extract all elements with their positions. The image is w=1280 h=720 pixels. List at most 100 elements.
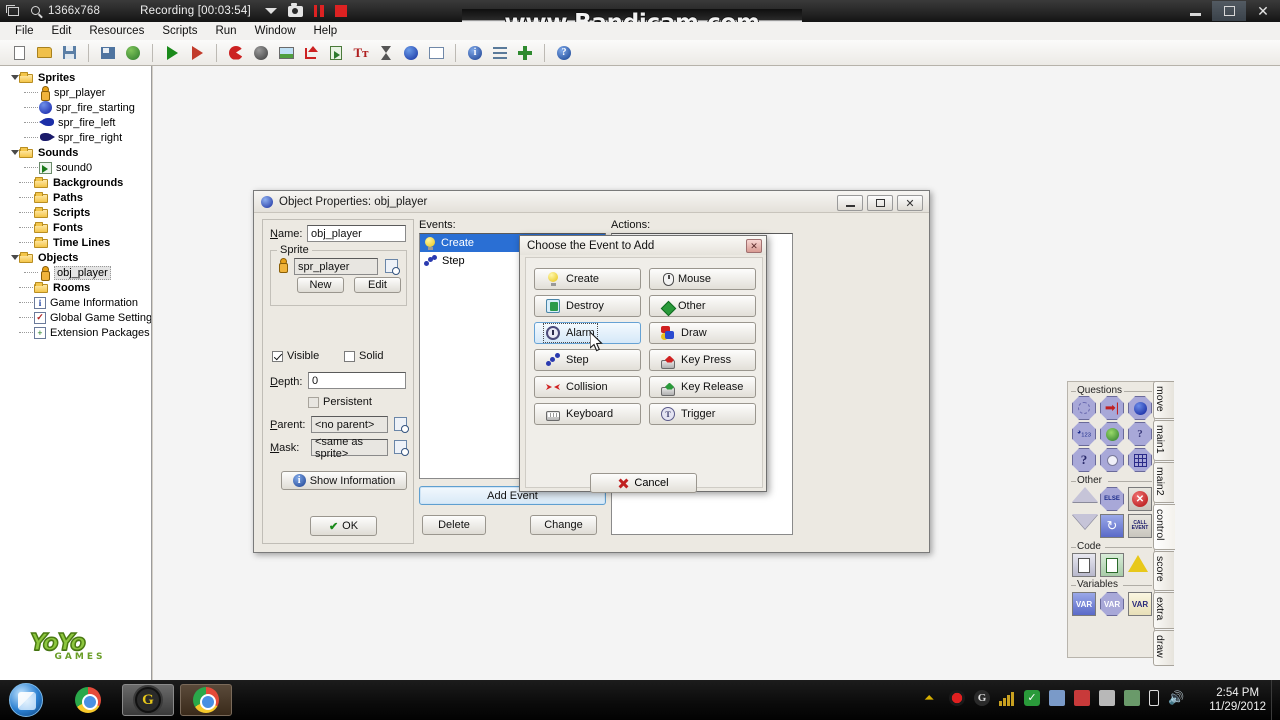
google-icon[interactable]: G	[974, 690, 990, 706]
event-button-key-press[interactable]: Key Press	[649, 349, 756, 371]
test-expression-action-icon[interactable]	[1100, 448, 1124, 472]
create-font-icon[interactable]: Tт	[350, 42, 372, 63]
clock[interactable]: 2:54 PM 11/29/2012	[1209, 686, 1266, 714]
tree-node-objects[interactable]: Objects	[0, 250, 151, 265]
close-button[interactable]: ✕	[1246, 1, 1280, 21]
event-button-create[interactable]: Create	[534, 268, 641, 290]
tree-node-scripts[interactable]: Scripts	[0, 205, 151, 220]
tree-node-spr-fire-right[interactable]: spr_fire_right	[0, 130, 151, 145]
show-desktop-button[interactable]	[1271, 680, 1280, 720]
change-event-button[interactable]: Change	[530, 515, 597, 535]
check-instance-action-icon[interactable]	[1128, 396, 1152, 420]
battery-icon[interactable]	[1149, 690, 1159, 706]
execute-script-action-icon[interactable]	[1100, 553, 1124, 577]
event-button-other[interactable]: Other	[649, 295, 756, 317]
check-number-action-icon[interactable]: ◕123	[1072, 422, 1096, 446]
tree-node-extension-packages[interactable]: + Extension Packages	[0, 325, 151, 340]
window-restore-icon[interactable]	[6, 4, 22, 18]
sprite-input[interactable]: spr_player	[294, 258, 378, 275]
choose-event-titlebar[interactable]: Choose the Event to Add ✕	[520, 236, 766, 255]
tab-score[interactable]: score	[1153, 551, 1174, 591]
tree-node-rooms[interactable]: Rooms	[0, 280, 151, 295]
create-sound-icon[interactable]	[250, 42, 272, 63]
chrome-window-taskbar-icon[interactable]	[180, 684, 232, 716]
tab-main1[interactable]: main1	[1153, 420, 1174, 461]
tab-main2[interactable]: main2	[1153, 462, 1174, 503]
name-input[interactable]: obj_player	[307, 225, 406, 242]
end-block-action-icon[interactable]	[1072, 514, 1098, 538]
expand-arrow-icon[interactable]	[10, 148, 19, 157]
start-block-action-icon[interactable]	[1072, 487, 1098, 511]
tree-node-spr-fire-left[interactable]: spr_fire_left	[0, 115, 151, 130]
caret-down-icon[interactable]	[264, 8, 277, 14]
else-action-icon[interactable]: ELSE	[1100, 487, 1124, 511]
set-variable-action-icon[interactable]: VAR	[1072, 592, 1096, 616]
tree-node-paths[interactable]: Paths	[0, 190, 151, 205]
gamemaker-taskbar-icon[interactable]: G	[122, 684, 174, 716]
magnifier-icon[interactable]	[28, 4, 44, 18]
tree-node-timelines[interactable]: Time Lines	[0, 235, 151, 250]
event-button-destroy[interactable]: Destroy	[534, 295, 641, 317]
parent-input[interactable]: <no parent>	[311, 416, 388, 433]
event-button-collision[interactable]: Collision	[534, 376, 641, 398]
printer-icon[interactable]	[1124, 690, 1140, 706]
repeat-action-icon[interactable]: ↻	[1100, 514, 1124, 538]
create-sprite-icon[interactable]	[225, 42, 247, 63]
tab-move[interactable]: move	[1153, 381, 1174, 419]
sprite-new-button[interactable]: New	[297, 277, 344, 293]
menu-run[interactable]: Run	[206, 23, 245, 39]
check-empty-action-icon[interactable]	[1072, 396, 1096, 420]
comment-action-icon[interactable]	[1128, 555, 1152, 579]
object-dialog-close-button[interactable]: ✕	[897, 195, 923, 211]
create-script-icon[interactable]	[325, 42, 347, 63]
cancel-button[interactable]: Cancel	[590, 473, 697, 493]
test-variable-action-icon[interactable]: VAR	[1100, 592, 1124, 616]
create-path-icon[interactable]	[300, 42, 322, 63]
tree-node-sprites[interactable]: Sprites	[0, 70, 151, 85]
check-grid-action-icon[interactable]	[1128, 448, 1152, 472]
camera-icon[interactable]	[287, 2, 303, 17]
help-icon[interactable]: ?	[553, 42, 575, 63]
menu-window[interactable]: Window	[246, 23, 305, 39]
signal-icon[interactable]	[999, 690, 1015, 706]
maximize-button[interactable]	[1212, 1, 1246, 21]
event-button-step[interactable]: Step	[534, 349, 641, 371]
open-icon[interactable]	[33, 42, 55, 63]
object-dialog-minimize-button[interactable]	[837, 195, 863, 211]
tab-extra[interactable]: extra	[1153, 592, 1174, 629]
antivirus-icon[interactable]: ✓	[1024, 690, 1040, 706]
new-icon[interactable]	[8, 42, 30, 63]
menu-file[interactable]: File	[6, 23, 43, 39]
choose-event-close-button[interactable]: ✕	[746, 239, 762, 253]
create-object-icon[interactable]	[400, 42, 422, 63]
persistent-checkbox[interactable]: Persistent	[308, 396, 372, 408]
delete-event-button[interactable]: Delete	[422, 515, 486, 535]
expand-arrow-icon[interactable]	[10, 73, 19, 82]
object-dialog-titlebar[interactable]: Object Properties: obj_player ✕	[254, 191, 929, 213]
sprite-edit-button[interactable]: Edit	[354, 277, 401, 293]
start-orb-icon[interactable]	[9, 683, 43, 717]
check-chance-action-icon[interactable]	[1100, 422, 1124, 446]
solid-checkbox[interactable]: Solid	[344, 350, 383, 362]
security-icon[interactable]	[1074, 690, 1090, 706]
tray-arrow-icon[interactable]: ⏶	[924, 690, 940, 706]
pause-icon[interactable]	[313, 5, 324, 17]
parent-browse-icon[interactable]	[394, 417, 409, 433]
call-event-action-icon[interactable]: CALL EVENT	[1128, 514, 1152, 538]
tree-node-obj-player[interactable]: obj_player	[0, 265, 151, 281]
check-question-action-icon[interactable]: ?	[1128, 422, 1152, 446]
run-icon[interactable]	[161, 42, 183, 63]
visible-checkbox[interactable]: Visible	[272, 350, 319, 362]
tab-control[interactable]: control	[1153, 504, 1175, 550]
expand-arrow-icon[interactable]	[10, 253, 19, 262]
tree-node-backgrounds[interactable]: Backgrounds	[0, 175, 151, 190]
chrome-taskbar-icon[interactable]	[62, 684, 114, 716]
menu-resources[interactable]: Resources	[80, 23, 153, 39]
ask-question-action-icon[interactable]: ?	[1072, 448, 1096, 472]
ok-button[interactable]: ✔ OK	[310, 516, 377, 536]
tree-node-spr-fire-starting[interactable]: spr_fire_starting	[0, 100, 151, 115]
volume-icon[interactable]: 🔊	[1168, 690, 1184, 706]
extension-packages-icon[interactable]	[514, 42, 536, 63]
tree-node-spr-player[interactable]: spr_player	[0, 85, 151, 101]
mask-browse-icon[interactable]	[394, 440, 409, 456]
